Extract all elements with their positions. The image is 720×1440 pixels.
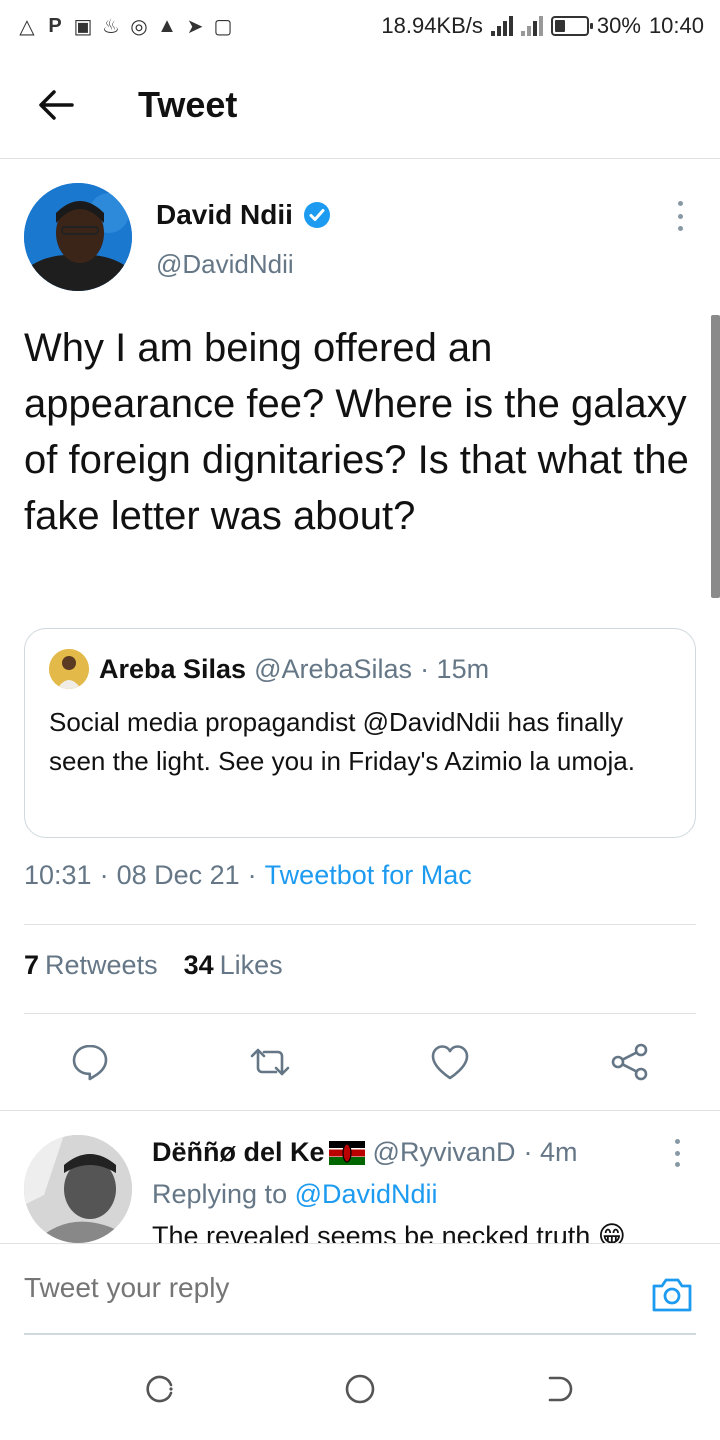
recents-icon	[146, 1375, 173, 1403]
reply-composer	[0, 1243, 720, 1335]
top-bar: Tweet	[0, 52, 720, 159]
replying-prefix: Replying to	[152, 1179, 288, 1209]
retweets-count: 7	[24, 950, 40, 980]
back-nav-icon	[548, 1376, 573, 1402]
input-underline	[24, 1333, 696, 1335]
likes-stat[interactable]: 34 Likes	[184, 950, 283, 981]
arrow-up-icon: △	[19, 15, 35, 38]
avatar[interactable]	[24, 183, 132, 291]
page-title: Tweet	[138, 84, 238, 125]
tweet-author: David Ndii @DavidNdii	[24, 183, 696, 293]
reply-button[interactable]	[68, 1040, 112, 1084]
home-icon	[345, 1374, 375, 1404]
fire-icon: ♨	[102, 15, 120, 38]
reply-avatar[interactable]	[24, 1135, 132, 1243]
back-button[interactable]	[24, 73, 88, 137]
net-speed: 18.94KB/s	[381, 13, 483, 38]
tweet-text: Why I am being offered an appearance fee…	[24, 326, 689, 538]
tweet-stats: 7 Retweets 34 Likes	[24, 950, 283, 981]
home-button[interactable]	[343, 1372, 377, 1406]
battery-icon	[550, 16, 593, 36]
reply-time: · 4m	[523, 1137, 578, 1167]
quote-text: Social media propagandist @DavidNdii has…	[49, 707, 635, 776]
heart-icon	[431, 1045, 469, 1080]
document-icon: ▣	[73, 15, 93, 38]
warning-icon: ▲	[157, 14, 177, 37]
reply-author-name: Dëññø del Ke	[152, 1137, 325, 1167]
image-icon: ▢	[213, 15, 233, 38]
system-nav-bar	[0, 1336, 720, 1440]
retweet-button[interactable]	[248, 1040, 292, 1084]
reply-text: The revealed seems be necked truth 😁	[152, 1221, 626, 1243]
send-icon: ➤	[186, 15, 204, 38]
separator: ·	[247, 860, 257, 890]
reply-input[interactable]	[24, 1272, 584, 1304]
status-bar: △ P ▣ ♨ ◎ ▲ ➤ ▢ 18.94KB/s 30% 10:40	[0, 0, 720, 52]
quote-author-handle: @ArebaSilas	[254, 653, 413, 684]
p-app-icon: P	[48, 14, 62, 37]
quote-avatar	[49, 649, 89, 689]
reply-author-handle: @RyvivanD	[372, 1137, 516, 1167]
author-handle[interactable]: @DavidNdii	[156, 249, 294, 280]
likes-count: 34	[183, 950, 214, 980]
arrow-left-icon	[39, 90, 74, 120]
quoted-tweet[interactable]: Areba Silas @ArebaSilas · 15m Social med…	[24, 628, 696, 838]
share-button[interactable]	[608, 1040, 652, 1084]
retweets-label: Retweets	[45, 950, 158, 980]
more-options-button[interactable]	[672, 201, 688, 231]
tweet-actions	[0, 1030, 720, 1094]
replying-to-link[interactable]: @DavidNdii	[295, 1179, 438, 1209]
reply-more-options-button[interactable]	[670, 1139, 684, 1167]
chrome-icon: ◎	[130, 15, 148, 38]
author-name-text: David Ndii	[156, 199, 293, 230]
retweet-icon	[250, 1048, 290, 1076]
tweet-timestamp: 10:31 · 08 Dec 21 · Tweetbot for Mac	[24, 860, 472, 891]
camera-button[interactable]	[650, 1274, 694, 1314]
clock: 10:40	[648, 13, 704, 38]
recents-button[interactable]	[143, 1372, 177, 1406]
retweets-stat[interactable]: 7 Retweets	[24, 950, 158, 981]
signal-2-icon	[520, 16, 543, 36]
tweet-source-link[interactable]: Tweetbot for Mac	[265, 860, 472, 891]
like-button[interactable]	[428, 1040, 472, 1084]
kenya-flag-icon	[328, 1140, 365, 1165]
quote-author-name: Areba Silas	[99, 653, 247, 684]
replying-to: Replying to @DavidNdii	[152, 1179, 438, 1210]
tweet-time: 10:31	[24, 860, 92, 890]
back-nav-button[interactable]	[543, 1372, 577, 1406]
signal-icon	[490, 16, 513, 36]
divider	[0, 1110, 720, 1111]
separator: ·	[99, 860, 109, 890]
scrollbar[interactable]	[711, 315, 720, 598]
notification-icons: △ P ▣ ♨ ◎ ▲ ➤ ▢	[16, 14, 234, 38]
battery-percent: 30%	[596, 13, 641, 38]
share-icon	[611, 1043, 648, 1081]
divider	[24, 1013, 696, 1014]
reply-tweet[interactable]: Dëññø del Ke @RyvivanD · 4m Replying to …	[24, 1133, 696, 1243]
reply-icon	[72, 1044, 108, 1081]
author-name[interactable]: David Ndii	[156, 199, 331, 231]
likes-label: Likes	[219, 950, 283, 980]
camera-icon	[652, 1278, 692, 1312]
quote-time: · 15m	[420, 653, 490, 684]
verified-badge-icon	[303, 202, 330, 228]
divider	[24, 924, 696, 925]
tweet-date: 08 Dec 21	[116, 860, 240, 890]
